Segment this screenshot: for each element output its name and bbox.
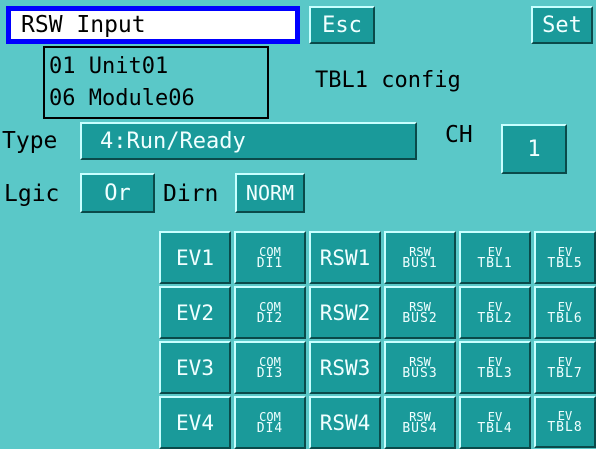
rsw2-button[interactable]: RSW2 (309, 286, 381, 339)
type-select[interactable]: 4:Run/Ready (80, 122, 417, 160)
com-di3-button[interactable]: COM DI3 (234, 341, 306, 394)
ev-tbl1-button[interactable]: EV TBL1 (459, 231, 531, 284)
button-bottom-label: BUS4 (402, 420, 438, 436)
rsw4-button[interactable]: RSW4 (309, 396, 381, 449)
button-bottom-label: DI4 (256, 420, 284, 436)
ev-tbl6-button[interactable]: EV TBL6 (534, 286, 596, 339)
ev-tbl7-button[interactable]: EV TBL7 (534, 341, 596, 394)
unit-module-box: 01 Unit01 06 Module06 (43, 46, 269, 119)
button-bottom-label: DI3 (256, 365, 284, 381)
rsw-bus2-button[interactable]: RSW BUS2 (384, 286, 456, 339)
dirn-label: Dirn (163, 181, 219, 207)
button-bottom-label: BUS2 (402, 310, 438, 326)
esc-button[interactable]: Esc (309, 6, 375, 44)
page-title: RSW Input (6, 6, 300, 44)
logic-label: Lgic (4, 181, 60, 207)
rsw-bus4-button[interactable]: RSW BUS4 (384, 396, 456, 449)
button-bottom-label: DI2 (256, 310, 284, 326)
com-di1-button[interactable]: COM DI1 (234, 231, 306, 284)
button-bottom-label: TBL7 (547, 365, 583, 381)
ev-tbl2-button[interactable]: EV TBL2 (459, 286, 531, 339)
button-bottom-label: TBL6 (547, 310, 583, 326)
rsw-bus1-button[interactable]: RSW BUS1 (384, 231, 456, 284)
ev-tbl8-button[interactable]: EV TBL8 (534, 396, 596, 448)
ev-tbl4-button[interactable]: EV TBL4 (459, 396, 531, 449)
button-bottom-label: TBL2 (477, 310, 513, 326)
logic-button[interactable]: Or (80, 173, 155, 213)
ch-button[interactable]: 1 (501, 124, 567, 174)
ev-tbl3-button[interactable]: EV TBL3 (459, 341, 531, 394)
rsw1-button[interactable]: RSW1 (309, 231, 381, 284)
ev2-button[interactable]: EV2 (159, 286, 231, 339)
com-di4-button[interactable]: COM DI4 (234, 396, 306, 449)
type-label: Type (2, 128, 58, 154)
button-bottom-label: TBL3 (477, 365, 513, 381)
ev-tbl5-button[interactable]: EV TBL5 (534, 231, 596, 284)
button-bottom-label: TBL4 (477, 420, 513, 436)
button-bottom-label: BUS3 (402, 365, 438, 381)
com-di2-button[interactable]: COM DI2 (234, 286, 306, 339)
ch-label: CH (445, 122, 473, 148)
button-bottom-label: TBL1 (477, 255, 513, 271)
ev3-button[interactable]: EV3 (159, 341, 231, 394)
dirn-button[interactable]: NORM (235, 173, 305, 213)
rsw-bus3-button[interactable]: RSW BUS3 (384, 341, 456, 394)
button-bottom-label: TBL8 (547, 420, 583, 435)
button-bottom-label: DI1 (256, 255, 284, 271)
set-button[interactable]: Set (531, 6, 593, 44)
ev4-button[interactable]: EV4 (159, 396, 231, 449)
unit-line: 01 Unit01 (49, 54, 169, 79)
module-line: 06 Module06 (49, 86, 195, 111)
rsw3-button[interactable]: RSW3 (309, 341, 381, 394)
button-bottom-label: TBL5 (547, 255, 583, 271)
button-bottom-label: BUS1 (402, 255, 438, 271)
ev1-button[interactable]: EV1 (159, 231, 231, 284)
config-title: TBL1 config (315, 68, 461, 93)
